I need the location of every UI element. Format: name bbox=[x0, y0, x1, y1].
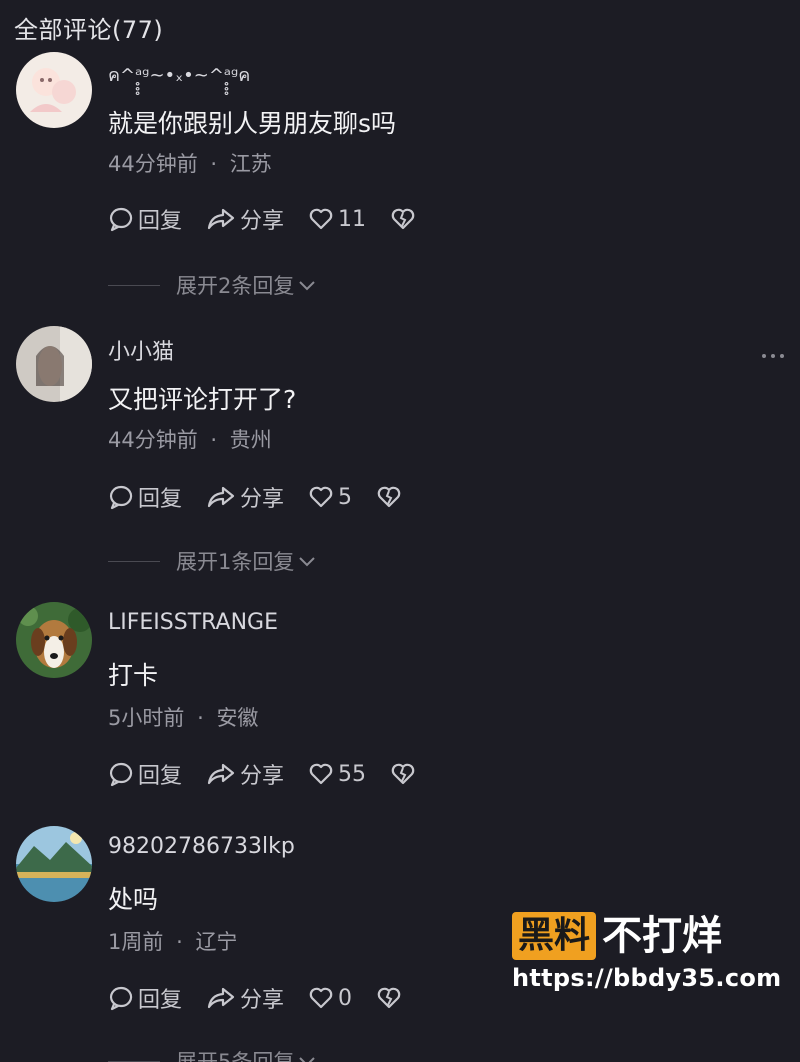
like-count: 0 bbox=[338, 985, 353, 1011]
comment-meta: 5小时前 · 安徽 bbox=[108, 702, 258, 732]
broken-heart-icon bbox=[391, 763, 415, 785]
divider bbox=[108, 1060, 160, 1062]
heart-icon bbox=[309, 486, 333, 508]
reply-button[interactable]: 回复 bbox=[108, 203, 182, 235]
like-count: 11 bbox=[338, 206, 367, 232]
comment-text: 处吗 bbox=[108, 885, 159, 914]
dislike-button[interactable] bbox=[376, 986, 406, 1010]
divider bbox=[108, 284, 160, 286]
dislike-button[interactable] bbox=[390, 762, 420, 786]
share-arrow-icon bbox=[207, 987, 235, 1009]
broken-heart-icon bbox=[377, 987, 401, 1009]
like-count: 5 bbox=[338, 484, 353, 510]
avatar[interactable] bbox=[16, 52, 92, 128]
reply-button[interactable]: 回复 bbox=[108, 982, 182, 1014]
comment-location: 安徽 bbox=[216, 706, 259, 730]
share-arrow-icon bbox=[207, 486, 235, 508]
avatar[interactable] bbox=[16, 326, 92, 402]
username[interactable]: ค^ᵃ̥̥̥ᵍ~•ₓ•~^ᵃ̥̥̥ᵍค bbox=[108, 60, 250, 89]
comment-actions: 回复 分享 0 bbox=[108, 983, 430, 1013]
dislike-button[interactable] bbox=[376, 485, 406, 509]
meta-separator: · bbox=[176, 930, 183, 954]
share-button[interactable]: 分享 bbox=[206, 203, 284, 235]
meta-separator: · bbox=[210, 152, 218, 176]
reply-label: 回复 bbox=[138, 988, 183, 1013]
comment-actions: 回复 分享 55 bbox=[108, 759, 444, 789]
dislike-button[interactable] bbox=[390, 207, 420, 231]
watermark: 黑料 不打烊 https://bbdy35.com bbox=[512, 912, 782, 992]
comment-time: 5小时前 bbox=[108, 706, 185, 730]
share-label: 分享 bbox=[240, 487, 285, 512]
comment-bubble-icon bbox=[109, 485, 133, 510]
share-button[interactable]: 分享 bbox=[206, 982, 284, 1014]
watermark-url: https://bbdy35.com bbox=[512, 964, 782, 992]
comment-text: 就是你跟别人男朋友聊s吗 bbox=[108, 109, 397, 138]
comment-location: 江苏 bbox=[229, 152, 272, 176]
meta-separator: · bbox=[210, 428, 218, 452]
expand-replies-label: 展开1条回复 bbox=[176, 550, 295, 574]
more-options-icon[interactable] bbox=[762, 354, 784, 358]
like-count: 55 bbox=[338, 761, 367, 787]
reply-label: 回复 bbox=[138, 764, 183, 789]
expand-replies-button[interactable]: 展开5条回复 bbox=[108, 1046, 316, 1062]
broken-heart-icon bbox=[391, 208, 415, 230]
avatar[interactable] bbox=[16, 602, 92, 678]
expand-replies-button[interactable]: 展开1条回复 bbox=[108, 546, 316, 576]
expand-replies-label: 展开2条回复 bbox=[176, 274, 295, 298]
comment-text: 又把评论打开了? bbox=[108, 385, 297, 414]
comment-time: 1周前 bbox=[108, 930, 164, 954]
chevron-down-icon bbox=[299, 1057, 316, 1062]
like-button[interactable]: 0 bbox=[308, 986, 352, 1011]
broken-heart-icon bbox=[377, 486, 401, 508]
share-label: 分享 bbox=[240, 209, 285, 234]
like-button[interactable]: 5 bbox=[308, 485, 352, 510]
expand-replies-button[interactable]: 展开2条回复 bbox=[108, 270, 316, 300]
comment-location: 贵州 bbox=[229, 428, 272, 452]
heart-icon bbox=[309, 208, 333, 230]
comment-time: 44分钟前 bbox=[108, 428, 198, 452]
comment-bubble-icon bbox=[109, 762, 133, 787]
comment-meta: 44分钟前 · 江苏 bbox=[108, 148, 272, 178]
comment-bubble-icon bbox=[109, 207, 133, 232]
share-label: 分享 bbox=[240, 988, 285, 1013]
comments-panel: 全部评论(77) ค^ᵃ̥̥̥ᵍ~•ₓ•~^ᵃ̥̥̥ᵍค 就是你跟别人男朋友聊s… bbox=[0, 0, 800, 1062]
share-arrow-icon bbox=[207, 763, 235, 785]
page-title: 全部评论(77) bbox=[14, 16, 164, 44]
like-button[interactable]: 55 bbox=[308, 762, 366, 787]
username[interactable]: LIFEISSTRANGE bbox=[108, 610, 278, 635]
comment-meta: 1周前 · 辽宁 bbox=[108, 926, 237, 956]
comment-meta: 44分钟前 · 贵州 bbox=[108, 424, 272, 454]
avatar[interactable] bbox=[16, 826, 92, 902]
share-button[interactable]: 分享 bbox=[206, 481, 284, 513]
reply-button[interactable]: 回复 bbox=[108, 481, 182, 513]
chevron-down-icon bbox=[299, 557, 316, 567]
watermark-text: 不打烊 bbox=[602, 913, 723, 959]
like-button[interactable]: 11 bbox=[308, 207, 366, 232]
comment-text: 打卡 bbox=[108, 661, 159, 690]
watermark-logo: 黑料 不打烊 bbox=[512, 912, 772, 960]
share-button[interactable]: 分享 bbox=[206, 758, 284, 790]
username[interactable]: 98202786733lkp bbox=[108, 834, 295, 859]
username[interactable]: 小小猫 bbox=[108, 334, 174, 366]
comment-time: 44分钟前 bbox=[108, 152, 198, 176]
comment-location: 辽宁 bbox=[195, 930, 238, 954]
comment-bubble-icon bbox=[109, 986, 133, 1011]
reply-button[interactable]: 回复 bbox=[108, 758, 182, 790]
watermark-badge: 黑料 bbox=[512, 912, 597, 960]
reply-label: 回复 bbox=[138, 487, 183, 512]
share-label: 分享 bbox=[240, 764, 285, 789]
heart-icon bbox=[309, 987, 333, 1009]
meta-separator: · bbox=[197, 706, 204, 730]
comment-actions: 回复 分享 5 bbox=[108, 482, 430, 512]
divider bbox=[108, 560, 160, 562]
heart-icon bbox=[309, 763, 333, 785]
reply-label: 回复 bbox=[138, 209, 183, 234]
comment-actions: 回复 分享 11 bbox=[108, 204, 444, 234]
chevron-down-icon bbox=[299, 281, 316, 291]
share-arrow-icon bbox=[207, 208, 235, 230]
expand-replies-label: 展开5条回复 bbox=[176, 1050, 295, 1062]
